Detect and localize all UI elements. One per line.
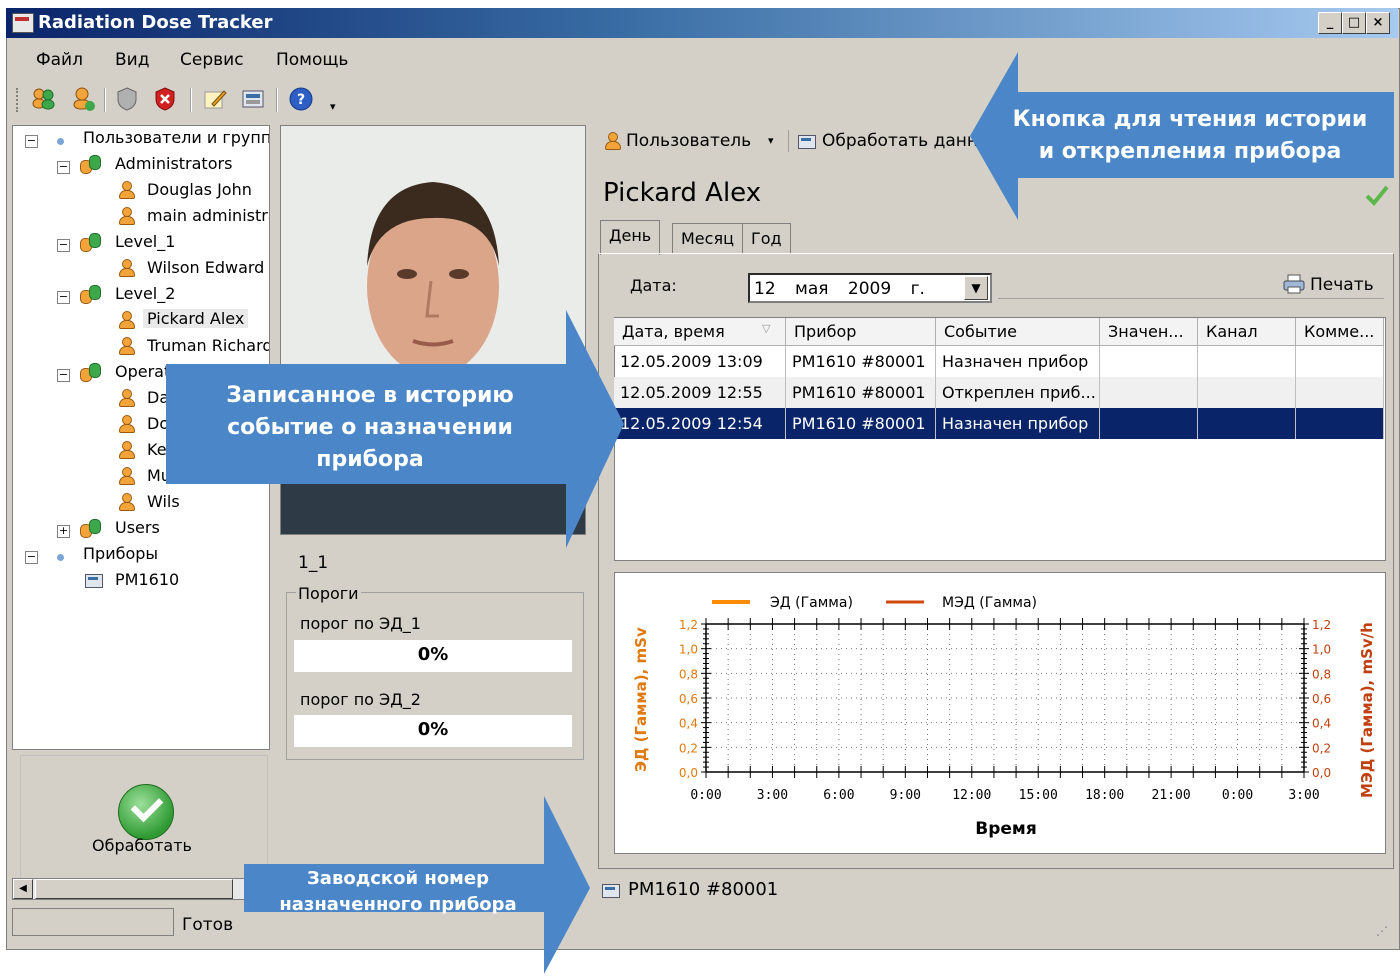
- callout-middle-line1: Записанное в историю: [226, 383, 514, 408]
- callout-top-line1: Кнопка для чтения истории: [1012, 107, 1368, 132]
- callout-middle-line3: прибора: [316, 447, 424, 472]
- callout-bottom-line2: назначенного прибора: [279, 894, 517, 915]
- callout-top-line2: и открепления прибора: [1038, 139, 1342, 164]
- callout-bottom-line1: Заводской номер: [307, 868, 489, 889]
- callout-middle-line2: событие о назначении: [227, 415, 513, 440]
